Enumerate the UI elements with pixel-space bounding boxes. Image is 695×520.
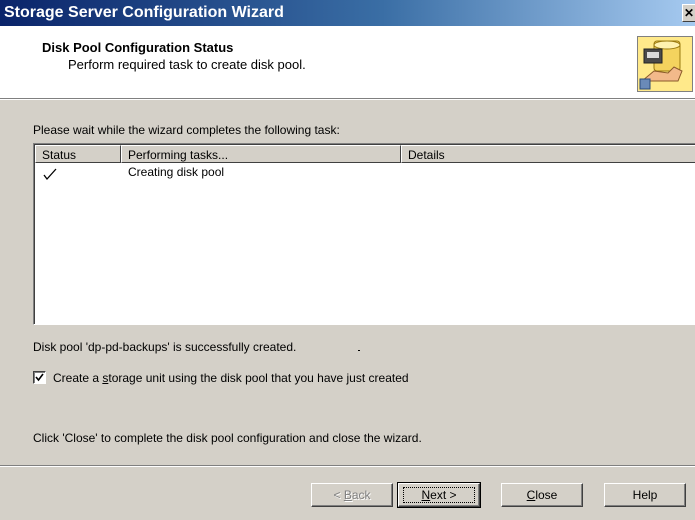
result-message: Disk pool 'dp-pd-backups' is successfull… [33,340,297,354]
close-window-button[interactable]: ✕ [682,4,695,22]
close-instruction: Click 'Close' to complete the disk pool … [33,431,422,445]
page-title: Disk Pool Configuration Status [42,40,234,55]
create-storage-unit-label[interactable]: Create a storage unit using the disk poo… [53,371,409,385]
focus-rect [403,487,475,503]
window-title: Storage Server Configuration Wizard [4,4,284,21]
header-divider [0,99,695,100]
column-header-tasks[interactable]: Performing tasks... [121,145,401,163]
checkmark-icon [43,167,57,181]
button-separator-highlight [0,466,695,467]
help-button[interactable]: Help [604,483,686,507]
back-button[interactable]: < Back [311,483,393,507]
column-header-status[interactable]: Status [35,145,121,163]
close-icon: ✕ [683,6,695,20]
title-bar: Storage Server Configuration Wizard ✕ [0,0,695,26]
task-name: Creating disk pool [128,165,225,179]
page-subtitle: Perform required task to create disk poo… [68,57,306,72]
task-list[interactable]: Status Performing tasks... Details Creat… [33,143,695,325]
instruction-text: Please wait while the wizard completes t… [33,123,340,137]
disk-pool-wizard-icon [637,36,693,92]
task-row[interactable]: Creating disk pool [35,165,695,181]
create-storage-unit-checkbox[interactable] [33,371,46,384]
next-button[interactable]: Next > [397,482,481,508]
column-header-details[interactable]: Details [401,145,695,163]
wizard-header: Disk Pool Configuration Status Perform r… [0,26,695,99]
stray-mark [358,350,360,351]
close-button[interactable]: Close [501,483,583,507]
task-list-header: Status Performing tasks... Details [35,145,695,164]
